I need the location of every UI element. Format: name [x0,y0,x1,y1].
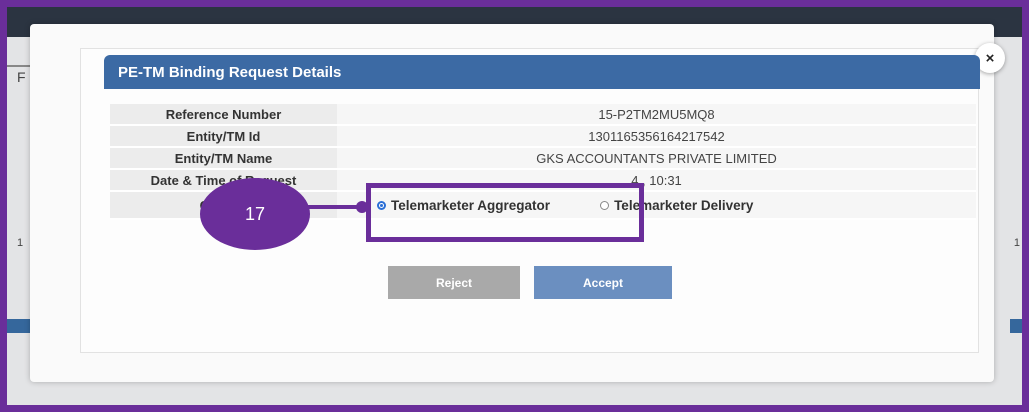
background-label: 1 [1013,237,1020,249]
row-label: Entity/TM Id [110,125,337,148]
entity-name-value: GKS ACCOUNTANTS PRIVATE LIMITED [337,147,976,170]
row-label: Entity/TM Name [110,147,337,170]
close-icon: × [985,49,995,67]
reference-number-value: 15-P2TM2MU5MQ8 [337,104,976,126]
row-label: Reference Number [110,104,337,126]
modal-title: PE-TM Binding Request Details [104,55,980,89]
background-label: F [17,69,26,85]
background-divider [7,65,32,67]
highlight-box [366,183,644,242]
table-row: Entity/TM Id 1301165356164217542 [110,125,976,148]
accept-button[interactable]: Accept [534,266,672,299]
background-bar [1010,319,1022,333]
background-label: 1 [17,237,24,249]
callout-dot [356,201,368,213]
table-row: Reference Number 15-P2TM2MU5MQ8 [110,104,976,126]
reject-button[interactable]: Reject [388,266,520,299]
entity-id-value: 1301165356164217542 [337,125,976,148]
step-number-badge: 17 [200,178,310,250]
table-row: Entity/TM Name GKS ACCOUNTANTS PRIVATE L… [110,147,976,170]
